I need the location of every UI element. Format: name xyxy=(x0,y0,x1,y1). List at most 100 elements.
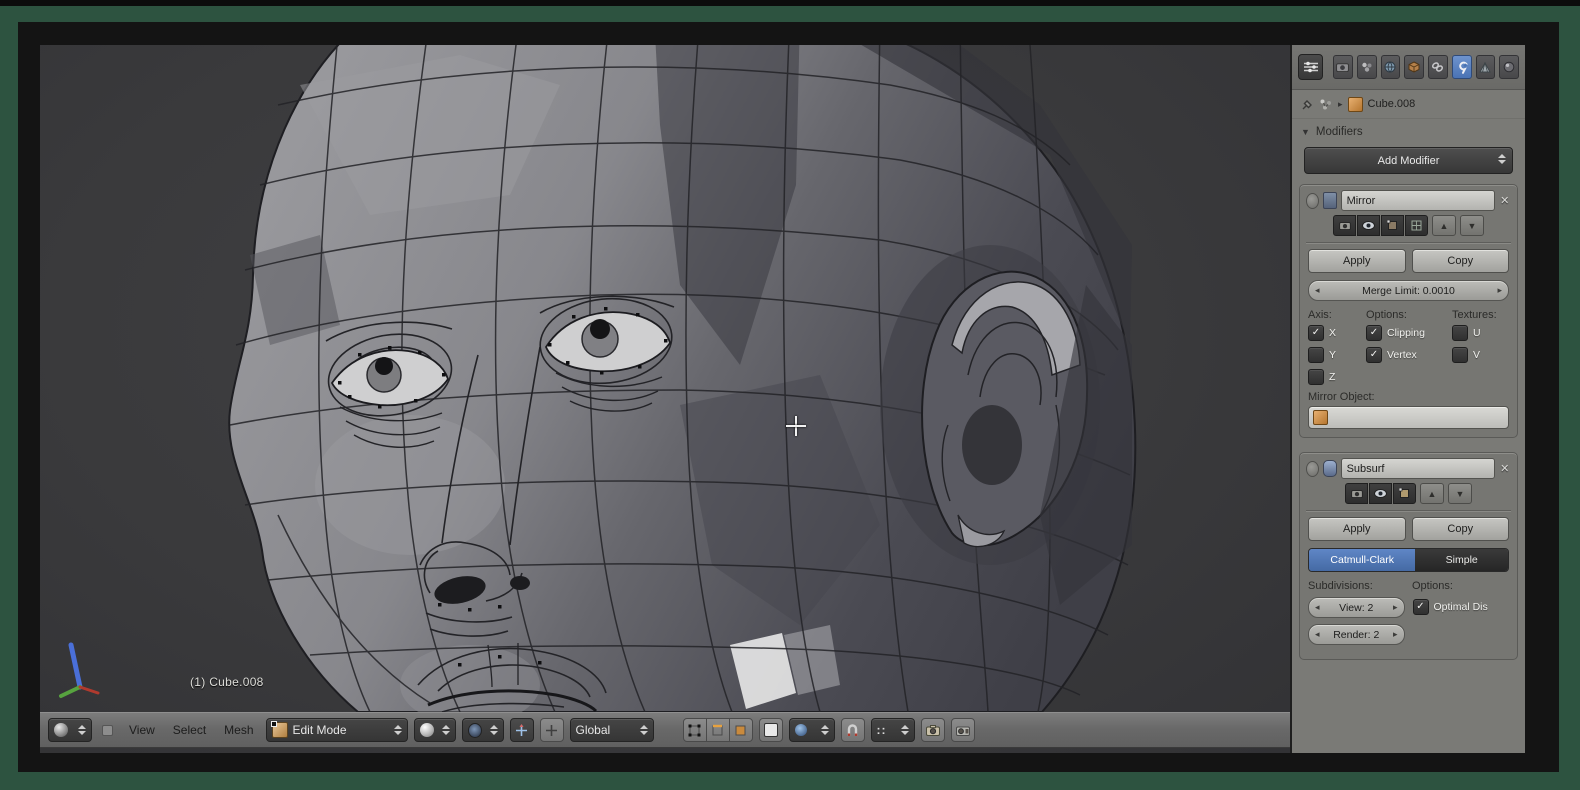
menu-view[interactable]: View xyxy=(123,723,161,737)
snap-toggle-button[interactable] xyxy=(841,718,865,742)
mirror-name-field[interactable] xyxy=(1341,190,1495,211)
subdivisions-label: Subdivisions: xyxy=(1308,580,1412,592)
subdivision-type-segmented: Catmull-Clark Simple xyxy=(1308,548,1509,572)
translate-arrows-icon xyxy=(545,724,558,737)
view-subdivisions-slider[interactable]: ◂ View: 2 ▸ xyxy=(1308,597,1405,618)
mirror-move-down-button[interactable]: ▼ xyxy=(1460,215,1484,236)
mirror-move-up-button[interactable]: ▲ xyxy=(1432,215,1456,236)
tab-scene[interactable] xyxy=(1357,55,1377,79)
render-subdivisions-slider[interactable]: ◂ Render: 2 ▸ xyxy=(1308,624,1405,645)
menu-collapse-toggle[interactable] xyxy=(102,725,113,736)
slider-left-arrow-icon[interactable]: ◂ xyxy=(1315,629,1320,640)
subsurf-modifier-icon xyxy=(1323,460,1337,477)
tab-modifiers[interactable] xyxy=(1452,55,1472,79)
subsurf-close-button[interactable]: ✕ xyxy=(1499,461,1511,477)
tab-render[interactable] xyxy=(1333,55,1353,79)
select-mode-group xyxy=(684,718,753,742)
catmull-clark-button[interactable]: Catmull-Clark xyxy=(1309,549,1415,571)
mirror-apply-button[interactable]: Apply xyxy=(1308,249,1406,273)
edge-select-button[interactable] xyxy=(706,718,730,742)
limit-selection-visible-button[interactable] xyxy=(759,718,783,742)
checkbox-check-icon xyxy=(1452,347,1468,363)
proportional-edit-dropdown[interactable] xyxy=(789,718,835,742)
opengl-render-image-button[interactable] xyxy=(921,718,945,742)
render-toggle-camera-icon xyxy=(1351,489,1363,498)
face-select-button[interactable] xyxy=(729,718,753,742)
subsurf-expand-button[interactable] xyxy=(1306,461,1319,477)
checkbox-check-icon: ✓ xyxy=(1308,325,1324,341)
manipulator-toggle-button[interactable] xyxy=(510,718,534,742)
vertex-select-button[interactable] xyxy=(683,718,707,742)
slider-right-arrow-icon[interactable]: ▸ xyxy=(1393,602,1398,613)
subsurf-render-toggle[interactable] xyxy=(1345,483,1368,504)
dropdown-arrows-icon xyxy=(487,725,498,735)
merge-limit-slider[interactable]: ◂ Merge Limit: 0.0010 ▸ xyxy=(1308,280,1509,301)
slider-left-arrow-icon[interactable]: ◂ xyxy=(1315,602,1320,613)
subsurf-realtime-toggle[interactable] xyxy=(1369,483,1392,504)
axis-z-checkbox[interactable]: Z xyxy=(1308,369,1366,385)
eye-icon xyxy=(1362,221,1375,230)
menu-select[interactable]: Select xyxy=(167,723,212,737)
axis-x-checkbox[interactable]: ✓ X xyxy=(1308,325,1366,341)
dropdown-arrows-icon xyxy=(818,725,829,735)
snap-element-dropdown[interactable]: :: xyxy=(871,718,915,742)
subsurf-apply-button[interactable]: Apply xyxy=(1308,517,1406,541)
clipping-checkbox[interactable]: ✓ Clipping xyxy=(1366,325,1452,341)
menu-mesh[interactable]: Mesh xyxy=(218,723,259,737)
breadcrumb-object-name[interactable]: Cube.008 xyxy=(1368,98,1416,110)
dropdown-arrows-icon xyxy=(1495,154,1506,164)
object-tab-cube-icon xyxy=(1408,61,1420,73)
mirror-object-field[interactable] xyxy=(1308,406,1509,429)
viewport-3d[interactable]: (1) Cube.008 View Select Mesh Edit Mode xyxy=(40,45,1290,753)
subsurf-move-up-button[interactable]: ▲ xyxy=(1420,483,1444,504)
viewport-shading-dropdown[interactable] xyxy=(414,718,456,742)
tab-material[interactable] xyxy=(1499,55,1519,79)
subsurf-copy-button[interactable]: Copy xyxy=(1412,517,1510,541)
mirror-realtime-toggle[interactable] xyxy=(1357,215,1380,236)
pin-icon[interactable] xyxy=(1301,98,1314,111)
orientation-dropdown[interactable]: Global xyxy=(570,718,654,742)
mirror-editmode-toggle[interactable] xyxy=(1381,215,1404,236)
pivot-point-dropdown[interactable] xyxy=(462,718,504,742)
dropdown-arrows-icon xyxy=(75,725,86,735)
add-modifier-button[interactable]: Add Modifier xyxy=(1304,147,1513,174)
modifiers-tab-wrench-icon xyxy=(1455,61,1468,74)
simple-button[interactable]: Simple xyxy=(1415,549,1508,571)
mirror-cage-toggle[interactable] xyxy=(1405,215,1428,236)
mirror-render-toggle[interactable] xyxy=(1333,215,1356,236)
subsurf-modifier-box: ✕ ▲ ▼ xyxy=(1299,452,1518,660)
modifiers-panel-header[interactable]: ▼ Modifiers xyxy=(1292,119,1525,145)
slider-right-arrow-icon[interactable]: ▸ xyxy=(1497,285,1502,296)
mirror-expand-button[interactable] xyxy=(1306,193,1319,209)
slider-right-arrow-icon[interactable]: ▸ xyxy=(1393,629,1398,640)
subsurf-move-down-button[interactable]: ▼ xyxy=(1448,483,1472,504)
mirror-copy-button[interactable]: Copy xyxy=(1412,249,1510,273)
dropdown-arrows-icon xyxy=(637,725,648,735)
texture-u-checkbox[interactable]: U xyxy=(1452,325,1481,341)
translate-manipulator-button[interactable] xyxy=(540,718,564,742)
subsurf-editmode-toggle[interactable] xyxy=(1393,483,1416,504)
checkbox-check-icon: ✓ xyxy=(1366,325,1382,341)
active-object-info: (1) Cube.008 xyxy=(190,675,264,689)
mirror-close-button[interactable]: ✕ xyxy=(1499,193,1511,209)
occlude-geometry-icon xyxy=(764,723,778,737)
breadcrumb: ▸ Cube.008 xyxy=(1292,90,1525,119)
tab-object-data[interactable] xyxy=(1476,55,1496,79)
texture-v-checkbox[interactable]: V xyxy=(1452,347,1480,363)
node-tree-icon[interactable] xyxy=(1319,98,1333,111)
editor-type-properties-button[interactable] xyxy=(1298,54,1323,80)
tab-constraints[interactable] xyxy=(1428,55,1448,79)
optimal-display-checkbox[interactable]: ✓ Optimal Dis xyxy=(1413,599,1510,615)
vertex-groups-checkbox[interactable]: ✓ Vertex xyxy=(1366,347,1452,363)
axis-y-checkbox[interactable]: Y xyxy=(1308,347,1366,363)
eye-icon xyxy=(1374,489,1387,498)
subsurf-name-field[interactable] xyxy=(1341,458,1495,479)
tab-object[interactable] xyxy=(1404,55,1424,79)
opengl-render-animation-button[interactable] xyxy=(951,718,975,742)
slider-left-arrow-icon[interactable]: ◂ xyxy=(1315,285,1320,296)
editor-type-button[interactable] xyxy=(48,718,92,742)
mode-dropdown[interactable]: Edit Mode xyxy=(266,718,408,742)
tab-world[interactable] xyxy=(1381,55,1401,79)
cage-toggle-icon xyxy=(1411,220,1422,231)
dropdown-arrows-icon xyxy=(391,725,402,735)
